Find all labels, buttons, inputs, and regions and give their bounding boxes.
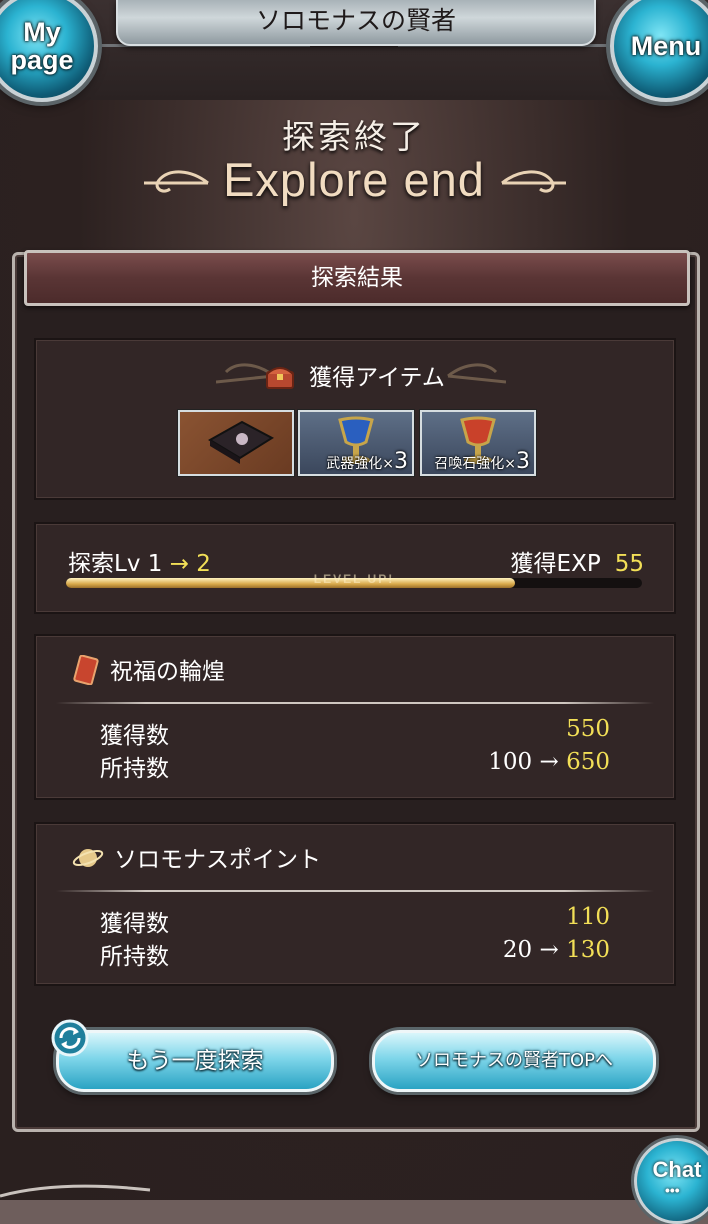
currency-divider	[56, 702, 654, 704]
items-heading: 獲得アイテム	[36, 358, 674, 396]
explore-again-button[interactable]: もう一度探索	[56, 1030, 334, 1092]
chat-button[interactable]: Chat •••	[634, 1138, 708, 1224]
points-divider	[56, 890, 654, 892]
currency-section: 祝福の輪煌 獲得数 550 所持数 100 → 650	[34, 634, 676, 800]
item-weapon-chalice-caption: 武器強化	[326, 456, 383, 472]
item-book[interactable]	[178, 410, 294, 476]
points-gained-value: 110	[566, 904, 610, 930]
points-name: ソロモナスポイント	[114, 847, 321, 873]
qty-prefix: ×	[504, 456, 516, 472]
hero-title-en: Explore end	[223, 153, 485, 206]
item-summon-chalice-caption: 召喚石強化	[434, 456, 505, 472]
mypage-label-line1: My	[23, 17, 61, 47]
currency-owned-before: 100	[488, 749, 533, 775]
currency-owned-arrow: →	[539, 749, 559, 775]
points-gained-label: 獲得数	[100, 911, 169, 937]
currency-owned-value: 100 → 650	[488, 749, 610, 775]
item-summon-chalice[interactable]: 召喚石強化×3	[420, 410, 536, 476]
results-panel-title: 探索結果	[24, 250, 690, 306]
solomonas-top-button[interactable]: ソロモナスの賢者TOPへ	[372, 1030, 656, 1092]
currency-gained-number: 550	[566, 716, 610, 742]
chat-dots-icon: •••	[665, 1182, 680, 1198]
points-owned-label: 所持数	[100, 944, 169, 970]
page-title: ソロモナスの賢者	[116, 0, 596, 46]
items-ornament-right-icon	[447, 363, 506, 384]
card-icon	[72, 654, 100, 691]
currency-heading: 祝福の輪煌	[72, 652, 225, 691]
points-owned-arrow: →	[539, 937, 559, 963]
menu-label: Menu	[630, 30, 702, 61]
chat-label: Chat	[652, 1157, 702, 1182]
points-owned-before: 20	[502, 937, 533, 963]
points-emblem-icon	[72, 843, 104, 879]
currency-gained-label: 獲得数	[100, 723, 169, 749]
level-section: 探索Lv 1 → 2 獲得EXP 55 LEVEL UP!	[34, 522, 676, 614]
currency-owned-after: 650	[566, 749, 610, 775]
points-gained-number: 110	[566, 904, 610, 930]
points-owned-value: 20 → 130	[503, 937, 610, 963]
bottom-ornament-icon	[0, 1184, 151, 1198]
treasure-chest-icon	[265, 362, 295, 396]
item-weapon-chalice[interactable]: 武器強化×3	[298, 410, 414, 476]
level-up-text: LEVEL UP!	[313, 572, 395, 586]
refresh-icon	[51, 1019, 89, 1057]
item-summon-chalice-qty: 召喚石強化×3	[434, 449, 530, 474]
qty-prefix: ×	[382, 456, 394, 472]
currency-owned-label: 所持数	[100, 756, 169, 782]
currency-gained-value: 550	[566, 716, 610, 742]
book-icon	[208, 420, 274, 464]
item-summon-chalice-count: 3	[516, 449, 530, 474]
points-owned-after: 130	[566, 937, 610, 963]
level-progress-bar: LEVEL UP!	[66, 572, 642, 588]
points-section: ソロモナスポイント 獲得数 110 所持数 20 → 130	[34, 822, 676, 986]
items-section: 獲得アイテム 武器強化×3 召喚石強化×3	[34, 338, 676, 500]
swirl-ornament-right-icon	[501, 170, 566, 193]
items-heading-label: 獲得アイテム	[309, 365, 445, 391]
mypage-label-line2: page	[10, 45, 74, 75]
item-weapon-chalice-count: 3	[394, 449, 408, 474]
hero-title-jp: 探索終了	[282, 117, 426, 156]
currency-name: 祝福の輪煌	[110, 659, 225, 685]
item-weapon-chalice-qty: 武器強化×3	[326, 449, 408, 474]
points-heading: ソロモナスポイント	[72, 840, 321, 879]
